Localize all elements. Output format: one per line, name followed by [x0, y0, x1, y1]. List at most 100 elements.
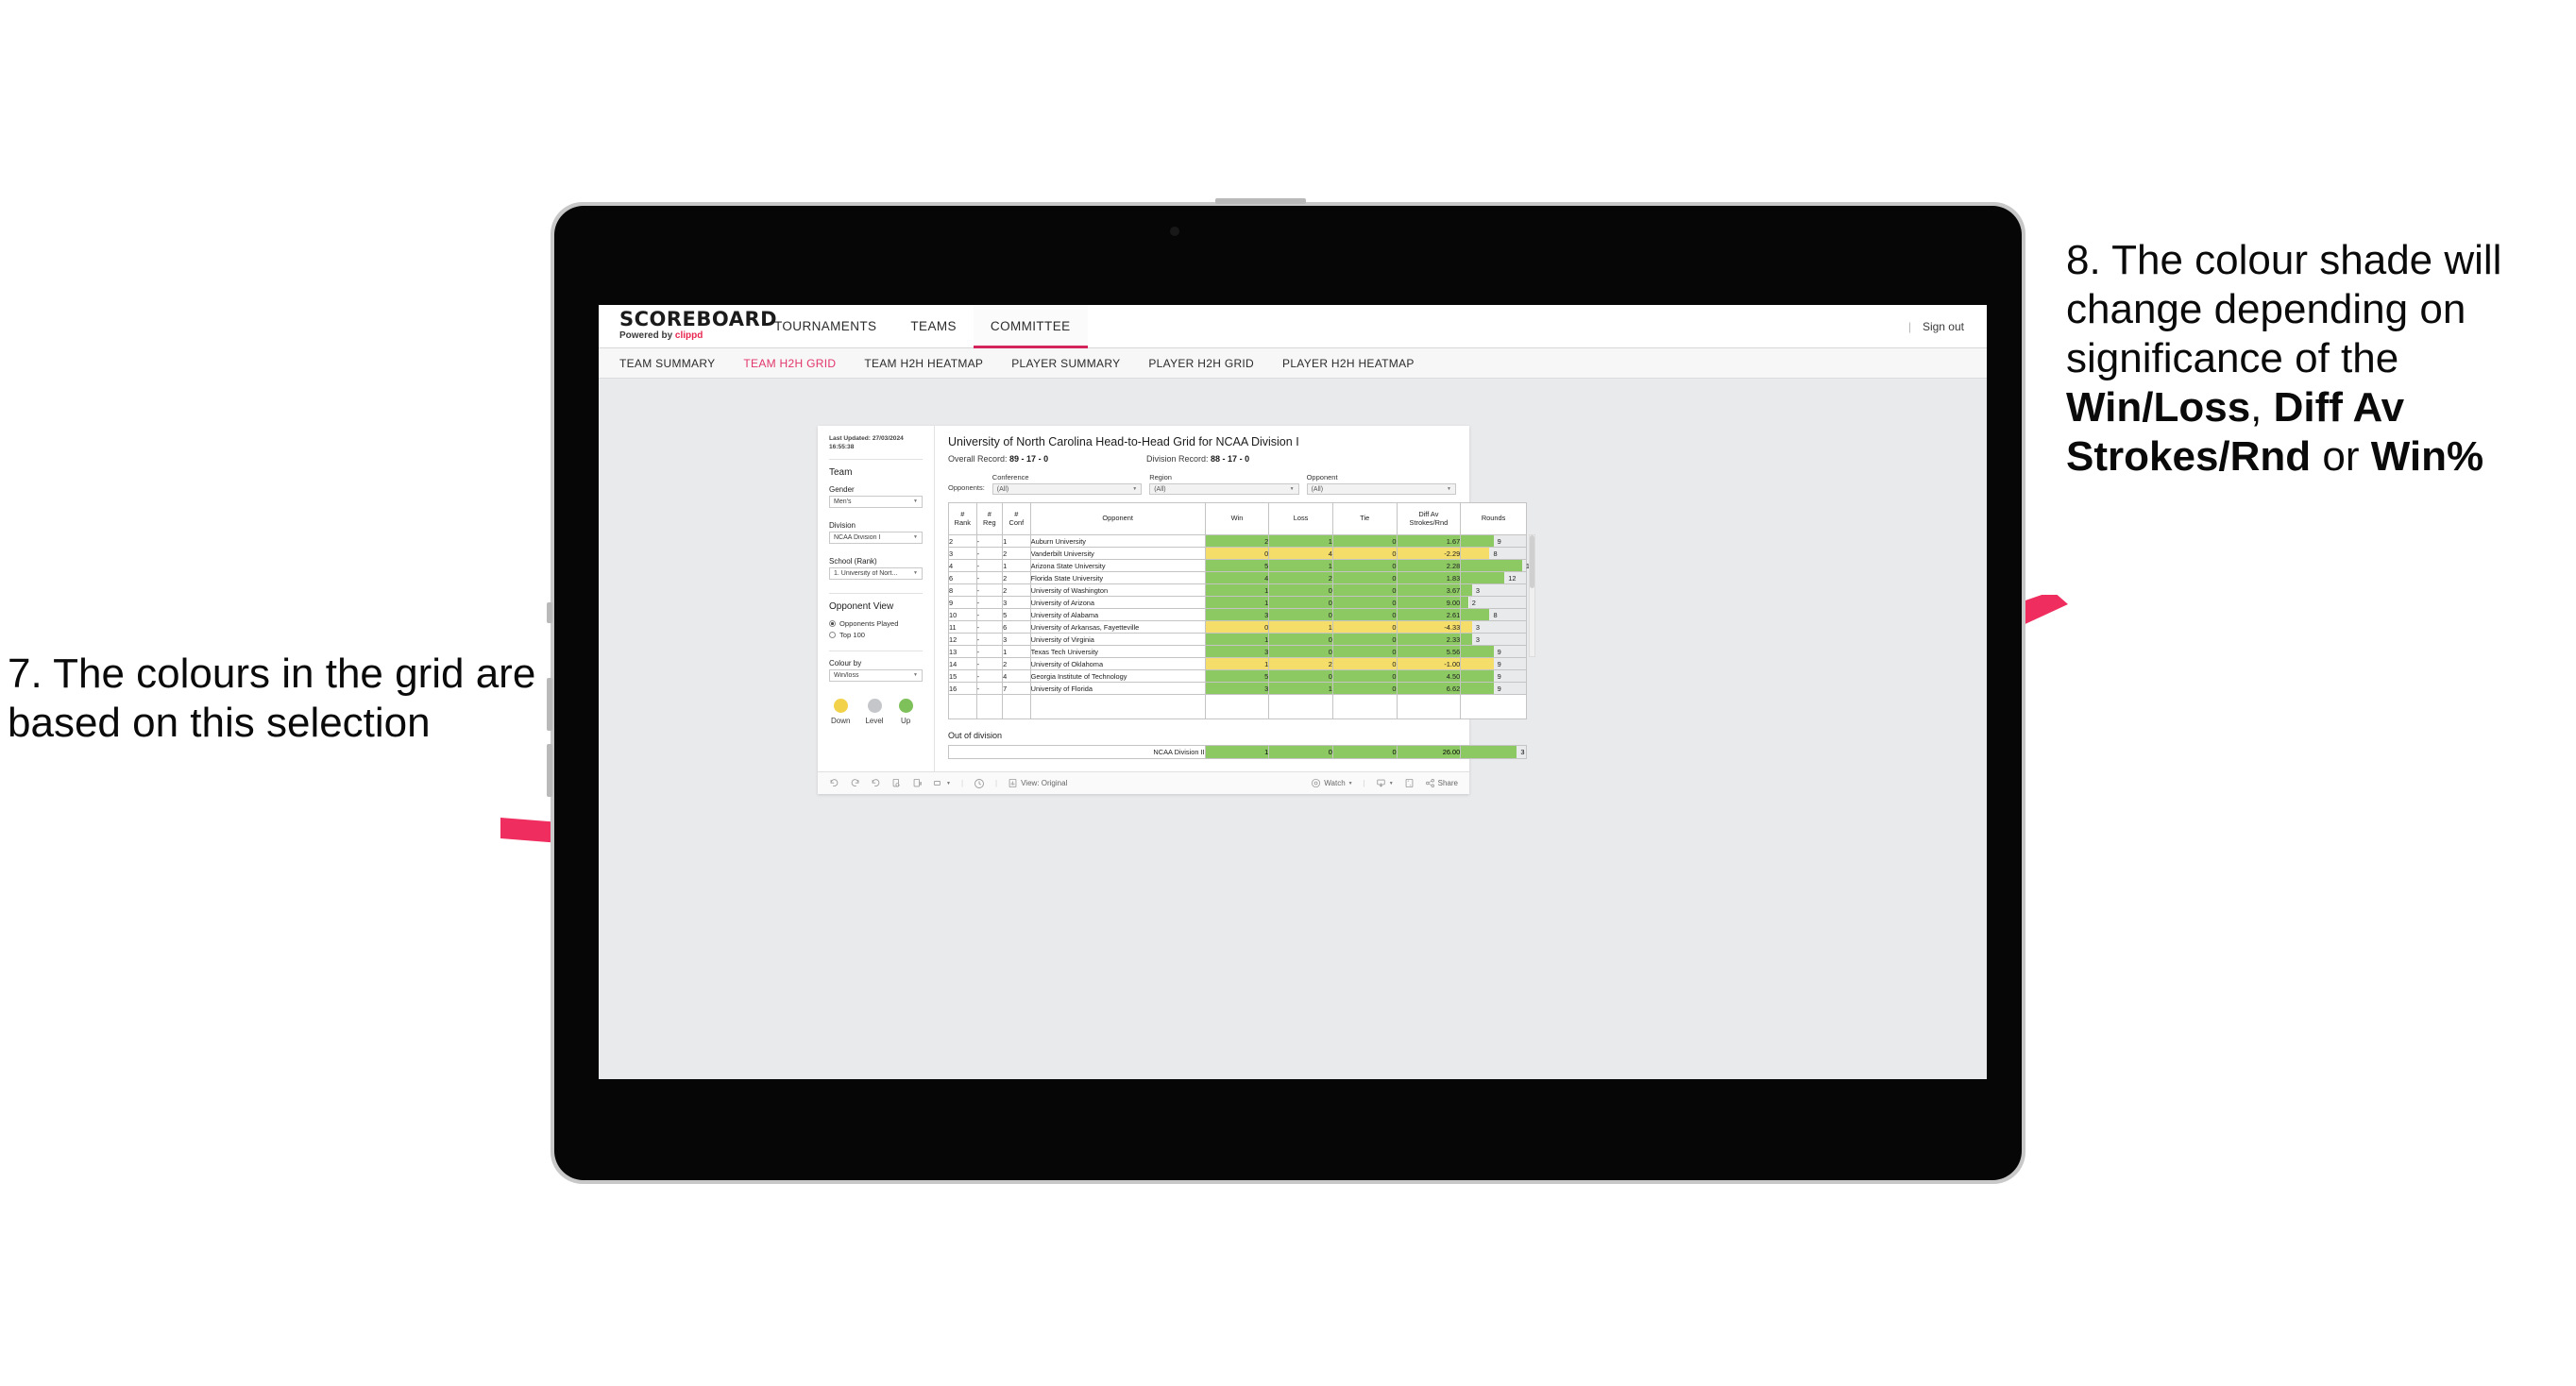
col-header-conf[interactable]: # Conf — [1002, 502, 1031, 535]
col-header-rank[interactable]: # Rank — [948, 502, 977, 535]
division-dropdown[interactable]: NCAA Division I ▼ — [829, 531, 923, 544]
share-button[interactable]: Share — [1425, 778, 1458, 788]
nav-separator: | — [1907, 319, 1911, 333]
table-row[interactable]: 3-2 Vanderbilt University 0 4 0 -2.29 8 — [948, 547, 1527, 560]
pan-icon[interactable]: ▼ — [933, 778, 951, 788]
sign-out-link[interactable]: Sign out — [1923, 320, 1964, 333]
filter-region-label: Region — [1149, 473, 1172, 482]
cell-blank — [1331, 694, 1398, 719]
cell-rank: 14 — [948, 657, 977, 670]
subnav-item-team-summary[interactable]: TEAM SUMMARY — [619, 357, 715, 370]
volume-button-top[interactable] — [547, 602, 552, 623]
filter-conference-dropdown[interactable]: (All) ▼ — [991, 483, 1143, 495]
revert-icon[interactable] — [871, 778, 881, 788]
col-header-diff-av-strokes[interactable]: Diff Av Strokes/Rnd — [1396, 502, 1462, 535]
table-row[interactable]: 8-2 University of Washington 1 0 0 3.67 3 — [948, 583, 1527, 597]
power-button[interactable] — [1215, 198, 1306, 204]
annotation-7-text: The colours in the grid are based on thi… — [8, 651, 536, 746]
col-header-rounds[interactable]: Rounds — [1460, 502, 1527, 535]
cell-conf: 2 — [1002, 657, 1031, 670]
subnav-item-player-h2h-heatmap[interactable]: PLAYER H2H HEATMAP — [1282, 357, 1415, 370]
volume-up-button[interactable] — [547, 678, 552, 731]
table-row[interactable]: 12-3 University of Virginia 1 0 0 2.33 3 — [948, 633, 1527, 646]
fullscreen-button[interactable] — [1404, 778, 1415, 788]
top-navigation-bar: SCOREBOARD Powered by clippd TOURNAMENTS… — [599, 305, 1987, 348]
table-row[interactable]: 6-2 Florida State University 4 2 0 1.83 12 — [948, 571, 1527, 584]
nav-item-tournaments[interactable]: TOURNAMENTS — [757, 305, 893, 347]
rounds-bar — [1461, 646, 1494, 657]
cell-rounds: 2 — [1460, 596, 1527, 609]
col-header-loss[interactable]: Loss — [1268, 502, 1333, 535]
filter-region-dropdown[interactable]: (All) ▼ — [1149, 483, 1299, 495]
filter-region-value: (All) — [1154, 485, 1166, 493]
school-rank-label: School (Rank) — [829, 556, 877, 566]
chevron-down-icon: ▼ — [913, 570, 918, 577]
view-original-button[interactable]: View: Original — [1008, 778, 1067, 788]
radio-unselected-icon — [829, 631, 836, 638]
out-of-division-row[interactable]: NCAA Division II 1 0 0 26.00 3 — [948, 745, 1527, 759]
colour-by-dropdown[interactable]: Win/loss ▼ — [829, 668, 923, 682]
subnav-item-team-h2h-grid[interactable]: TEAM H2H GRID — [743, 357, 836, 370]
rounds-value: 12 — [1508, 573, 1517, 583]
cell-conf: 5 — [1002, 608, 1031, 621]
col-header-reg[interactable]: # Reg — [975, 502, 1004, 535]
download-button[interactable]: ▼ — [1376, 778, 1394, 788]
clock-icon[interactable] — [974, 778, 985, 789]
table-row[interactable]: 15-4 Georgia Institute of Technology 5 0 0 4.… — [948, 669, 1527, 683]
table-row[interactable]: 2-1 Auburn University 2 1 0 1.67 9 — [948, 534, 1527, 548]
filter-opponent-dropdown[interactable]: (All) ▼ — [1306, 483, 1456, 495]
cell-rank: 11 — [948, 620, 977, 634]
cell-win: 0 — [1204, 547, 1270, 560]
brand-subtitle: Powered by clippd — [619, 330, 757, 341]
radio-top-100[interactable]: Top 100 — [829, 631, 923, 639]
table-scrollbar[interactable] — [1529, 534, 1535, 657]
cell-loss: 4 — [1268, 547, 1333, 560]
school-rank-dropdown[interactable]: 1. University of Nort... ▼ — [829, 566, 923, 580]
subnav-item-player-summary[interactable]: PLAYER SUMMARY — [1011, 357, 1120, 370]
col-header-win[interactable]: Win — [1204, 502, 1270, 535]
cell-rounds: 9 — [1460, 682, 1527, 695]
rounds-bar — [1461, 535, 1494, 547]
division-record-label: Division Record: — [1146, 454, 1209, 464]
brand-logo[interactable]: SCOREBOARD Powered by clippd — [599, 305, 778, 347]
col-header-opponent[interactable]: Opponent — [1029, 502, 1206, 535]
table-row[interactable]: 9-3 University of Arizona 1 0 0 9.00 2 — [948, 596, 1527, 609]
cell-opponent: University of Virginia — [1029, 633, 1206, 646]
cell-rounds: 8 — [1460, 547, 1527, 560]
cell-rounds: 3 — [1460, 620, 1527, 634]
cell-rank: 16 — [948, 682, 977, 695]
table-row[interactable]: 16-7 University of Florida 3 1 0 6.62 9 — [948, 682, 1527, 695]
undo-icon[interactable] — [829, 778, 839, 788]
subnav-item-player-h2h-grid[interactable]: PLAYER H2H GRID — [1148, 357, 1254, 370]
cell-conf: 2 — [1002, 547, 1031, 560]
radio-selected-icon — [829, 619, 836, 627]
cell-blank — [1204, 694, 1270, 719]
table-row[interactable]: 11-6 University of Arkansas, Fayetteville… — [948, 620, 1527, 634]
pause-refresh-icon[interactable] — [912, 778, 923, 788]
cell-tie: 0 — [1331, 547, 1398, 560]
nav-item-teams[interactable]: TEAMS — [893, 305, 974, 347]
nav-item-committee[interactable]: COMMITTEE — [973, 305, 1088, 348]
scrollbar-thumb[interactable] — [1530, 535, 1534, 588]
cell-opponent: University of Washington — [1029, 583, 1206, 597]
cell-tie: 0 — [1331, 682, 1398, 695]
volume-down-button[interactable] — [547, 744, 552, 797]
brand-title: SCOREBOARD — [619, 308, 778, 330]
table-row[interactable]: 14-2 University of Oklahoma 1 2 0 -1.00 9 — [948, 657, 1527, 670]
watch-button[interactable]: Watch ▼ — [1311, 778, 1353, 788]
redo-icon[interactable] — [850, 778, 860, 788]
subnav-item-team-h2h-heatmap[interactable]: TEAM H2H HEATMAP — [864, 357, 983, 370]
filter-conference-label: Conference — [991, 473, 1029, 482]
refresh-icon[interactable] — [891, 778, 902, 788]
gender-dropdown[interactable]: Men's ▼ — [829, 495, 923, 508]
table-row[interactable]: 13-1 Texas Tech University 3 0 0 5.56 9 — [948, 645, 1527, 658]
annotation-8-text-part1: The colour shade will change depending o… — [2066, 237, 2502, 381]
table-row[interactable]: 4-1Arizona State University5102.2817 — [948, 559, 1534, 572]
legend-item-up: Up — [898, 698, 913, 725]
radio-opponents-played[interactable]: Opponents Played — [829, 619, 923, 628]
cell-tie: 0 — [1331, 559, 1398, 572]
grid-main-panel: University of North Carolina Head-to-Hea… — [935, 426, 1535, 771]
cell-win: 1 — [1204, 657, 1270, 670]
col-header-tie[interactable]: Tie — [1331, 502, 1398, 535]
table-row[interactable]: 10-5 University of Alabama 3 0 0 2.61 8 — [948, 608, 1527, 621]
